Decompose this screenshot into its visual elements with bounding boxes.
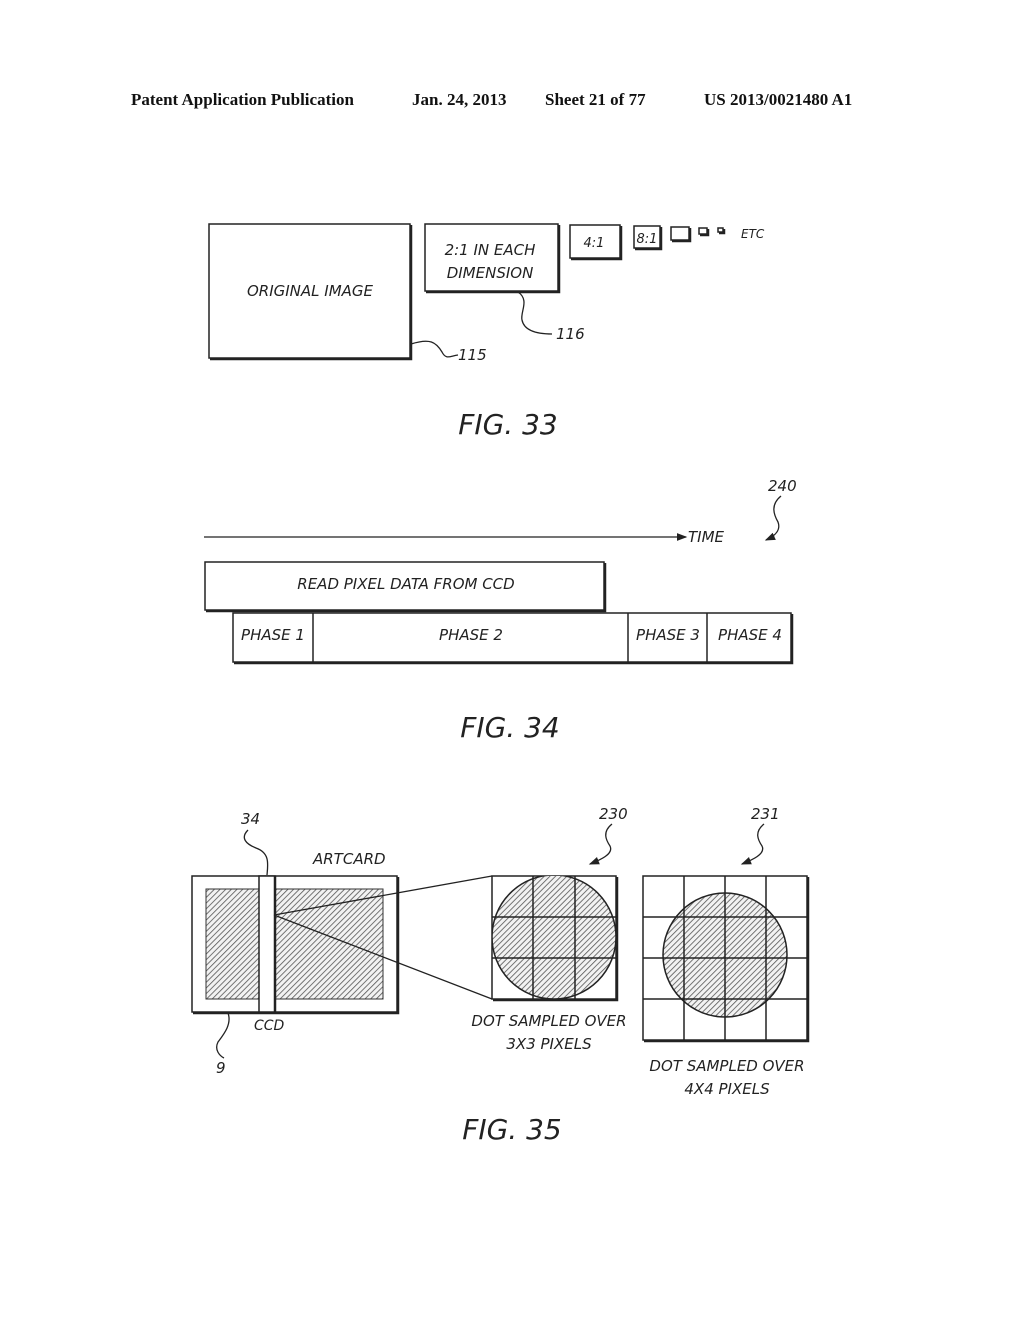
half-size-box: 2:1 IN EACH DIMENSION bbox=[424, 223, 561, 294]
eighth-size-label: 8:1 bbox=[637, 232, 658, 247]
fig34: 240 TIME READ PIXEL DATA FROM CCD PHASE … bbox=[204, 477, 797, 744]
time-label: TIME bbox=[688, 528, 725, 546]
fig33: ORIGINAL IMAGE 115 2:1 IN EACH DIMENSION… bbox=[208, 223, 765, 441]
ref-230: 230 bbox=[599, 805, 628, 823]
sample-3x3-line1: DOT SAMPLED OVER bbox=[471, 1012, 626, 1030]
leader-116 bbox=[517, 291, 553, 335]
sample-3x3-line2: 3X3 PIXELS bbox=[506, 1035, 592, 1053]
leader-230 bbox=[588, 823, 613, 865]
half-size-label-line2: DIMENSION bbox=[447, 264, 534, 282]
read-pixel-data-bar: READ PIXEL DATA FROM CCD bbox=[204, 561, 607, 613]
dot-3x3-grid bbox=[491, 875, 619, 1002]
leader-34 bbox=[243, 829, 269, 876]
sample-4x4-line1: DOT SAMPLED OVER bbox=[649, 1057, 804, 1075]
phases-row: PHASE 1 PHASE 2 PHASE 3 PHASE 4 bbox=[232, 612, 794, 665]
half-size-label-line1: 2:1 IN EACH bbox=[445, 241, 536, 259]
ref-231: 231 bbox=[751, 805, 780, 823]
ref-116: 116 bbox=[556, 325, 585, 343]
artcard-image-area bbox=[205, 888, 384, 1000]
leader-9 bbox=[216, 1012, 230, 1059]
leader-115 bbox=[410, 340, 459, 358]
quarter-size-box: 4:1 bbox=[569, 224, 623, 261]
ccd-label: CCD bbox=[254, 1018, 285, 1034]
sample-4x4-line2: 4X4 PIXELS bbox=[684, 1080, 770, 1098]
quarter-size-label: 4:1 bbox=[584, 236, 605, 251]
sixty-fourth-size-box bbox=[717, 227, 726, 235]
ref-240: 240 bbox=[768, 477, 797, 495]
phase-2-label: PHASE 2 bbox=[439, 626, 503, 644]
fig35-caption: FIG. 35 bbox=[462, 1113, 562, 1146]
leader-240 bbox=[764, 495, 782, 541]
patent-drawing-sheet: ORIGINAL IMAGE 115 2:1 IN EACH DIMENSION… bbox=[191, 223, 810, 1146]
phase-3-label: PHASE 3 bbox=[636, 626, 700, 644]
artcard-label: ARTCARD bbox=[312, 850, 386, 868]
ref-115: 115 bbox=[458, 346, 487, 364]
phase-4-label: PHASE 4 bbox=[718, 626, 782, 644]
sixteenth-size-box bbox=[670, 226, 692, 243]
original-image-label: ORIGINAL IMAGE bbox=[247, 282, 374, 300]
ccd-strip bbox=[258, 875, 276, 1013]
artcard bbox=[191, 875, 400, 1015]
leader-231 bbox=[740, 823, 765, 865]
original-image-box: ORIGINAL IMAGE bbox=[208, 223, 413, 361]
thirty-second-size-box bbox=[698, 227, 710, 237]
read-pixel-data-label: READ PIXEL DATA FROM CCD bbox=[297, 575, 514, 593]
ref-9: 9 bbox=[216, 1059, 226, 1077]
fig33-caption: FIG. 33 bbox=[458, 408, 558, 441]
etc-label: ETC bbox=[741, 227, 765, 241]
fig34-caption: FIG. 34 bbox=[460, 711, 560, 744]
sampled-dot-3x3 bbox=[492, 876, 616, 1000]
fig35: 34 ARTCARD CCD 9 230 DOT SAMPLED OVER 3X… bbox=[191, 805, 810, 1146]
eighth-size-box: 8:1 bbox=[633, 225, 663, 251]
ref-34: 34 bbox=[241, 810, 260, 828]
phase-1-label: PHASE 1 bbox=[241, 626, 305, 644]
dot-4x4-grid bbox=[642, 875, 810, 1043]
